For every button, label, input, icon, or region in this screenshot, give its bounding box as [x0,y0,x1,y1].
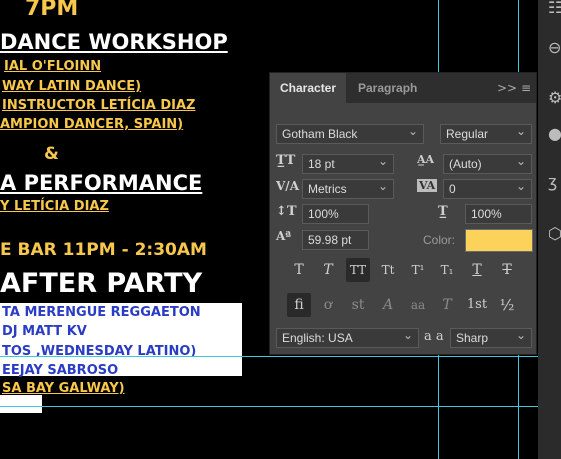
tracking-icon: VA [417,179,438,192]
character-panel: Character Paragraph >> ≡ Gotham Black Re… [269,72,537,355]
vertical-scale-input[interactable]: 100% [302,204,369,224]
horizontal-scale-input[interactable]: 100% [465,204,532,224]
font-family-select[interactable]: Gotham Black [276,122,424,144]
anti-alias-select[interactable]: Sharp [450,326,532,348]
small-caps-button[interactable]: Tt [376,258,400,282]
all-caps-button[interactable]: TT [346,258,370,282]
language-select[interactable]: English: USA [276,326,419,348]
faux-bold-button[interactable]: T [287,258,311,282]
tab-paragraph[interactable]: Paragraph [348,73,427,103]
discretionary-ligatures-button[interactable]: st [346,293,370,317]
poster-ampersand: & [44,144,59,164]
adjust-icon[interactable]: ⊖ [548,38,561,57]
text-color-swatch[interactable] [465,229,533,252]
guide-line-horizontal[interactable] [0,356,538,357]
subscript-button[interactable]: T₁ [435,258,459,282]
ligatures-button[interactable]: fi [287,293,311,317]
poster-performance-title: A PERFORMANCE [0,171,203,195]
fractions-button[interactable]: ½ [495,293,519,317]
faux-italic-button[interactable]: T [316,258,340,282]
font-size-icon: T̲T [276,153,296,168]
poster-workshop-line1: IAL O'FLOINN [4,59,102,74]
kerning-icon: V/A [276,179,300,193]
poster-lineup-background-tail [0,395,42,413]
strikethrough-button[interactable]: T [495,258,519,282]
old-style-button[interactable]: ơ [316,293,340,317]
poster-lineup2: DJ MATT KV [2,324,87,339]
font-size-select[interactable]: 18 pt [302,152,394,174]
poster-lineup4: EEJAY SABROSO [2,363,119,378]
expand-icon[interactable]: >> [497,73,517,103]
poster-after-party: AFTER PARTY [0,268,203,299]
poster-time: 7PM [25,0,79,21]
poster-workshop-line4: AMPION DANCER, SPAIN) [0,117,184,132]
color-label: Color: [423,233,456,247]
font-style-select[interactable]: Regular [440,122,532,144]
vertical-scale-icon: ↕T [276,204,297,219]
baseline-shift-input[interactable]: 59.98 pt [302,230,369,250]
panel-tab-bar: Character Paragraph >> ≡ [270,73,536,103]
kerning-select[interactable]: Metrics [302,177,394,199]
shape-icon[interactable]: ʒ [548,172,557,191]
panel-list-icon[interactable]: ☷ [548,0,561,17]
ordinals-button[interactable]: 1st [465,293,489,317]
superscript-button[interactable]: T¹ [406,258,430,282]
baseline-shift-icon: Aª [276,229,292,243]
horizontal-scale-icon: T̲ [438,204,448,219]
stylistic-alternates-button[interactable]: aa [406,293,430,317]
underline-button[interactable]: T [465,258,489,282]
poster-workshop-line2: WAY LATIN DANCE) [2,79,142,94]
swash-button[interactable]: A [376,293,400,317]
poster-lineup5: SA BAY GALWAY) [2,381,125,396]
anti-alias-icon: a a [424,329,444,344]
poster-workshop-line3: INSTRUCTOR LETÍCIA DIAZ [2,98,196,113]
dot-icon[interactable]: ● [548,124,561,143]
panel-menu-icon[interactable]: ≡ [521,73,531,103]
tab-character[interactable]: Character [270,73,347,103]
poster-workshop-title: DANCE WORKSHOP [0,30,228,54]
poster-performance-line: Y LETÍCIA DIAZ [0,199,109,214]
leading-select[interactable]: (Auto) [443,152,532,174]
settings-icon[interactable]: ⚙ [548,88,561,107]
guide-line-horizontal[interactable] [0,406,538,407]
titling-alternates-button[interactable]: T [435,293,459,317]
poster-bar-time: E BAR 11PM - 2:30AM [0,240,207,260]
leading-icon: A̲A [417,153,435,166]
tracking-select[interactable]: 0 [443,177,532,199]
cube-icon[interactable]: ⬡ [548,224,561,243]
poster-lineup1: TA MERENGUE REGGAETON [2,305,201,320]
